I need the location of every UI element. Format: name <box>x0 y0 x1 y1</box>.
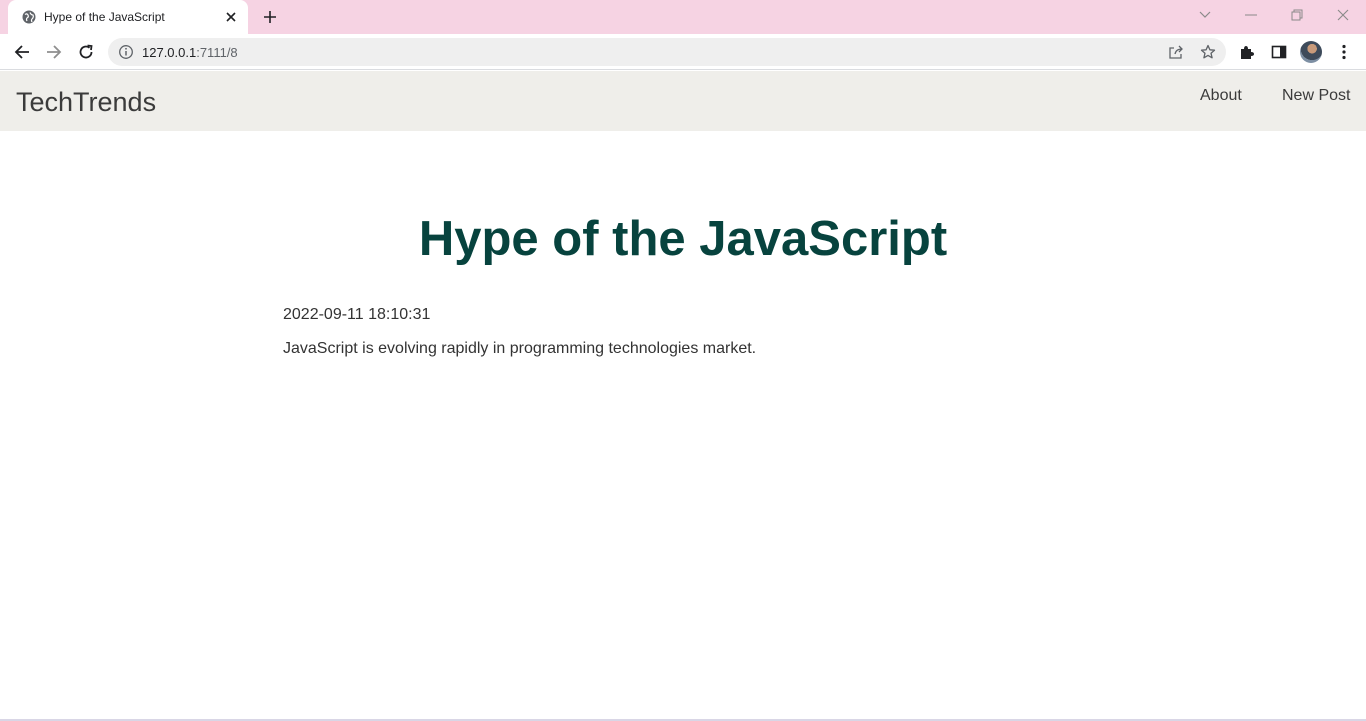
site-brand-link[interactable]: TechTrends <box>16 87 156 118</box>
browser-tab-active[interactable]: Hype of the JavaScript <box>8 0 248 34</box>
post-title: Hype of the JavaScript <box>418 212 948 266</box>
site-navbar: TechTrends About New Post <box>0 71 1366 131</box>
profile-avatar[interactable] <box>1300 41 1322 63</box>
browser-toolbar: 127.0.0.1:7111/8 <box>0 34 1366 70</box>
tab-search-chevron-icon[interactable] <box>1193 4 1217 26</box>
share-icon[interactable] <box>1167 43 1185 61</box>
forward-button[interactable] <box>41 39 67 65</box>
extensions-puzzle-icon[interactable] <box>1236 41 1258 63</box>
restore-icon[interactable] <box>1285 4 1309 26</box>
post-body: JavaScript is evolving rapidly in progra… <box>283 340 757 357</box>
url-path: :7111/8 <box>196 45 238 60</box>
bookmark-star-icon[interactable] <box>1199 43 1217 61</box>
nav-link-new-post[interactable]: New Post <box>1282 87 1350 105</box>
close-icon[interactable] <box>222 8 240 26</box>
new-tab-button[interactable] <box>258 5 282 29</box>
more-menu-icon[interactable] <box>1333 41 1355 63</box>
reload-button[interactable] <box>73 39 99 65</box>
site-info-icon[interactable] <box>118 44 134 60</box>
address-bar[interactable]: 127.0.0.1:7111/8 <box>108 38 1226 66</box>
nav-link-about[interactable]: About <box>1200 87 1242 105</box>
url-host: 127.0.0.1 <box>142 45 197 60</box>
globe-icon <box>21 9 37 25</box>
browser-tab-strip: Hype of the JavaScript <box>0 0 1366 34</box>
tab-title: Hype of the JavaScript <box>44 10 165 24</box>
window-close-icon[interactable] <box>1331 4 1355 26</box>
back-button[interactable] <box>9 39 35 65</box>
side-panel-icon[interactable] <box>1268 41 1290 63</box>
minimize-icon[interactable] <box>1239 4 1263 26</box>
post-date: 2022-09-11 18:10:31 <box>283 306 431 323</box>
address-url: 127.0.0.1:7111/8 <box>142 45 238 60</box>
